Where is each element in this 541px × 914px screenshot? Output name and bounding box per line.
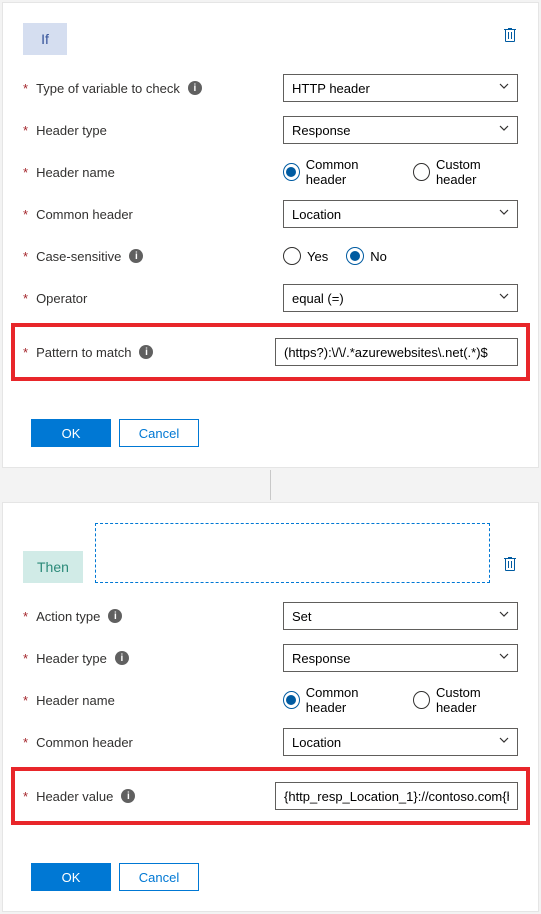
row-operator: *Operator equal (=) bbox=[23, 277, 518, 319]
cancel-button[interactable]: Cancel bbox=[119, 863, 199, 891]
radio-custom-header[interactable]: Custom header bbox=[413, 157, 518, 187]
row-type-of-variable: *Type of variable to checki HTTP header bbox=[23, 67, 518, 109]
dropzone[interactable] bbox=[95, 523, 490, 583]
then-panel: Then *Action typei Set *Header typei Res… bbox=[2, 502, 539, 912]
cancel-button[interactable]: Cancel bbox=[119, 419, 199, 447]
label-header-name: Header name bbox=[36, 165, 115, 180]
highlighted-pattern-row: *Pattern to matchi bbox=[11, 323, 530, 381]
row-common-header: *Common header Location bbox=[23, 721, 518, 763]
row-header-type: *Header type Response bbox=[23, 109, 518, 151]
input-pattern[interactable] bbox=[275, 338, 518, 366]
label-case-sensitive: Case-sensitive bbox=[36, 249, 121, 264]
select-common-header[interactable]: Location bbox=[283, 200, 518, 228]
ok-button[interactable]: OK bbox=[31, 863, 111, 891]
info-icon[interactable]: i bbox=[121, 789, 135, 803]
info-icon[interactable]: i bbox=[188, 81, 202, 95]
radio-no[interactable]: No bbox=[346, 247, 387, 265]
select-operator[interactable]: equal (=) bbox=[283, 284, 518, 312]
row-header-name: *Header name Common header Custom header bbox=[23, 151, 518, 193]
button-row: OK Cancel bbox=[23, 419, 518, 447]
row-common-header: *Common header Location bbox=[23, 193, 518, 235]
label-action-type: Action type bbox=[36, 609, 100, 624]
radio-custom-header[interactable]: Custom header bbox=[413, 685, 518, 715]
row-action-type: *Action typei Set bbox=[23, 595, 518, 637]
if-panel: If *Type of variable to checki HTTP head… bbox=[2, 2, 539, 468]
label-header-value: Header value bbox=[36, 789, 113, 804]
row-header-name: *Header name Common header Custom header bbox=[23, 679, 518, 721]
highlighted-header-value-row: *Header valuei bbox=[11, 767, 530, 825]
ok-button[interactable]: OK bbox=[31, 419, 111, 447]
row-case-sensitive: *Case-sensitivei Yes No bbox=[23, 235, 518, 277]
select-action-type[interactable]: Set bbox=[283, 602, 518, 630]
info-icon[interactable]: i bbox=[115, 651, 129, 665]
radio-common-header[interactable]: Common header bbox=[283, 685, 395, 715]
info-icon[interactable]: i bbox=[139, 345, 153, 359]
label-header-type: Header type bbox=[36, 123, 107, 138]
delete-icon[interactable] bbox=[502, 556, 518, 583]
label-header-type: Header type bbox=[36, 651, 107, 666]
label-common-header: Common header bbox=[36, 735, 133, 750]
delete-icon[interactable] bbox=[502, 27, 518, 48]
label-pattern: Pattern to match bbox=[36, 345, 131, 360]
select-common-header[interactable]: Location bbox=[283, 728, 518, 756]
info-icon[interactable]: i bbox=[108, 609, 122, 623]
button-row: OK Cancel bbox=[23, 863, 518, 891]
label-type-of-variable: Type of variable to check bbox=[36, 81, 180, 96]
input-header-value[interactable] bbox=[275, 782, 518, 810]
if-tag: If bbox=[23, 23, 67, 55]
then-tag: Then bbox=[23, 551, 83, 583]
label-header-name: Header name bbox=[36, 693, 115, 708]
label-operator: Operator bbox=[36, 291, 87, 306]
info-icon[interactable]: i bbox=[129, 249, 143, 263]
row-header-type: *Header typei Response bbox=[23, 637, 518, 679]
select-header-type[interactable]: Response bbox=[283, 644, 518, 672]
select-type-of-variable[interactable]: HTTP header bbox=[283, 74, 518, 102]
select-header-type[interactable]: Response bbox=[283, 116, 518, 144]
panel-connector bbox=[0, 470, 541, 500]
radio-common-header[interactable]: Common header bbox=[283, 157, 395, 187]
label-common-header: Common header bbox=[36, 207, 133, 222]
radio-yes[interactable]: Yes bbox=[283, 247, 328, 265]
